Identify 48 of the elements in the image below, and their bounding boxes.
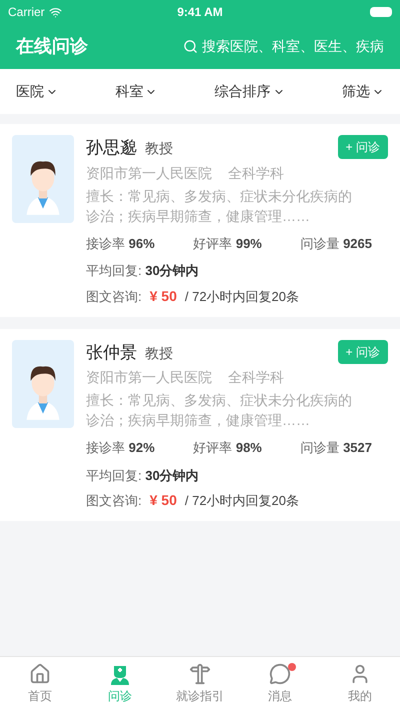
tab-bar-item[interactable]: 首页 xyxy=(8,663,72,705)
doctor-avatar-icon xyxy=(12,340,74,428)
tab-bar-item[interactable]: 消息 xyxy=(248,663,312,705)
department-name: 全科学科 xyxy=(228,368,284,387)
doctor-avatar-icon xyxy=(12,135,74,223)
stat-text: 问诊量 9265 xyxy=(300,234,372,252)
consult-button[interactable]: + 问诊 xyxy=(338,340,388,364)
wifi-icon xyxy=(48,6,62,18)
search-field[interactable]: 搜索医院、科室、医生、疾病 xyxy=(183,36,384,57)
hospital-name: 资阳市第一人民医院 xyxy=(86,164,212,182)
doctor-title: 教授 xyxy=(145,344,173,362)
doctor-name: 孙思邈 xyxy=(86,137,137,159)
price-text: ¥ 50 xyxy=(150,286,177,306)
stat-text: 好评率 98% xyxy=(193,439,262,457)
doctor-title: 教授 xyxy=(145,139,173,158)
status-time: 9:41 AM xyxy=(177,4,223,21)
consult-button[interactable]: + 问诊 xyxy=(338,135,388,159)
stat-text: 问诊量 3527 xyxy=(300,439,372,457)
filter-dropdown[interactable]: 科室 xyxy=(115,81,158,102)
filter-dropdown[interactable]: 医院 xyxy=(16,81,58,102)
filter-dropdown[interactable]: 综合排序 xyxy=(214,81,285,102)
price-note: / 72小时内回复20条 xyxy=(184,492,300,510)
carrier-label: Carrier xyxy=(8,4,45,21)
specialty-text: 擅长：常见病、多发病、症状未分化疾病的诊治；疾病早期筛查，健康管理…… xyxy=(86,186,353,226)
signpost-icon xyxy=(189,663,211,685)
hospital-name: 资阳市第一人民医院 xyxy=(86,368,212,387)
price-note: / 72小时内回复20条 xyxy=(184,288,300,306)
tab-bar-item[interactable]: 就诊指引 xyxy=(168,663,232,705)
battery-icon xyxy=(370,7,392,17)
tab-bar-item[interactable]: 我的 xyxy=(328,663,392,705)
reply-time-text: 平均回复: 30分钟内 xyxy=(86,262,200,280)
home-icon xyxy=(29,663,51,685)
department-name: 全科学科 xyxy=(228,164,284,182)
stat-text: 接诊率 96% xyxy=(86,234,155,252)
consult-label: 图文咨询: xyxy=(86,492,142,510)
search-icon xyxy=(183,39,198,54)
consult-label: 图文咨询: xyxy=(86,288,142,306)
price-text: ¥ 50 xyxy=(150,491,177,510)
reply-time-text: 平均回复: 30分钟内 xyxy=(86,466,200,484)
page-title: 在线问诊 xyxy=(16,35,88,58)
stat-text: 接诊率 92% xyxy=(86,439,155,457)
tab-bar-item[interactable]: 问诊 xyxy=(88,663,152,705)
doctor-name: 张仲景 xyxy=(86,342,137,364)
stat-text: 好评率 99% xyxy=(193,234,262,252)
specialty-text: 擅长：常见病、多发病、症状未分化疾病的诊治；疾病早期筛查，健康管理…… xyxy=(86,391,353,430)
filter-dropdown[interactable]: 筛选 xyxy=(342,81,384,102)
doctor-icon xyxy=(109,663,131,685)
message-icon xyxy=(269,663,291,685)
